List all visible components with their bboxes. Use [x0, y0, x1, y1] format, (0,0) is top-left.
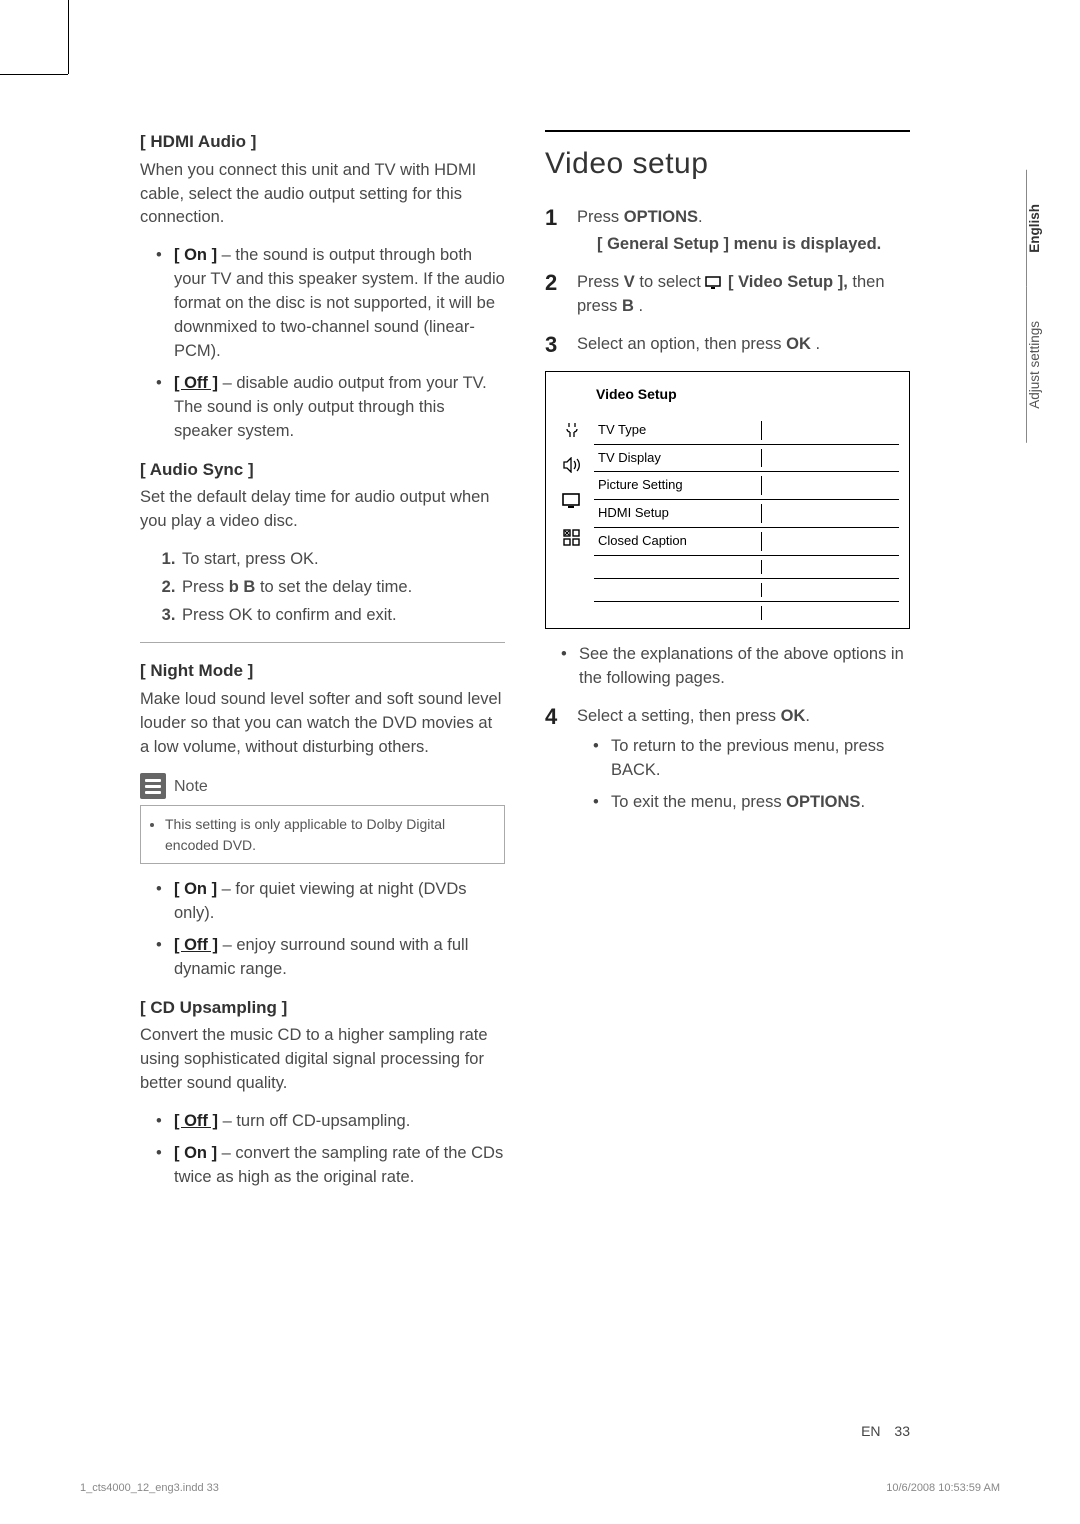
osd-title: Video Setup: [596, 384, 899, 404]
note-text: This setting is only applicable to Dolby…: [165, 814, 494, 855]
hdmi-on-label: [ On ]: [174, 246, 217, 264]
step4-exit: To exit the menu, press OPTIONS.: [577, 791, 910, 815]
note-box: This setting is only applicable to Dolby…: [140, 805, 505, 864]
hdmi-off-text: – disable audio output from your TV. The…: [174, 374, 487, 440]
side-tab-section: Adjust settings: [1026, 287, 1042, 443]
osd-row-hdmi: HDMI Setup: [598, 504, 761, 523]
cd-on-item: [ On ] – convert the sampling rate of th…: [140, 1142, 505, 1190]
night-on-text: – for quiet viewing at night (DVDs only)…: [174, 880, 467, 922]
hdmi-audio-desc: When you connect this unit and TV with H…: [140, 159, 505, 231]
audio-sync-step2: Press b B to set the delay time.: [180, 576, 505, 600]
cd-upsampling-section: [ CD Upsampling ] Convert the music CD t…: [140, 996, 505, 1190]
cd-off-label: [ Off ]: [174, 1112, 218, 1130]
hdmi-off-item: [ Off ] – disable audio output from your…: [140, 372, 505, 444]
cd-up-desc: Convert the music CD to a higher samplin…: [140, 1024, 505, 1096]
side-tabs: English Adjust settings: [1026, 170, 1048, 443]
night-on-label: [ On ]: [174, 880, 217, 898]
cd-off-item: [ Off ] – turn off CD-upsampling.: [140, 1110, 505, 1134]
hdmi-off-label: [ Off ]: [174, 374, 218, 392]
night-mode-heading: [ Night Mode ]: [140, 659, 505, 684]
step-3: 3 Select an option, then press OK .: [545, 333, 910, 357]
page-content: [ HDMI Audio ] When you connect this uni…: [140, 130, 910, 1204]
night-on-item: [ On ] – for quiet viewing at night (DVD…: [140, 878, 505, 926]
audio-sync-desc: Set the default delay time for audio out…: [140, 486, 505, 534]
audio-sync-section: [ Audio Sync ] Set the default delay tim…: [140, 458, 505, 628]
osd-row-tvtype: TV Type: [598, 421, 761, 440]
night-off-item: [ Off ] – enjoy surround sound with a fu…: [140, 934, 505, 982]
monitor-icon: [705, 276, 723, 290]
print-info-right: 10/6/2008 10:53:59 AM: [886, 1482, 1000, 1494]
night-mode-section: [ Night Mode ] Make loud sound level sof…: [140, 659, 505, 982]
osd-row-picture: Picture Setting: [598, 476, 761, 495]
hdmi-on-text: – the sound is output through both your …: [174, 246, 505, 360]
print-info-left: 1_cts4000_12_eng3.indd 33: [80, 1482, 219, 1494]
audio-setup-icon: [556, 457, 588, 475]
step-2: 2 Press V to select [ Video Setup ], the…: [545, 271, 910, 319]
osd-video-setup: Video Setup TV T: [545, 371, 910, 629]
hdmi-audio-section: [ HDMI Audio ] When you connect this uni…: [140, 130, 505, 444]
cd-off-text: – turn off CD-upsampling.: [218, 1112, 410, 1130]
audio-sync-heading: [ Audio Sync ]: [140, 458, 505, 483]
step1-result: [ General Setup ] menu is displayed.: [597, 235, 881, 253]
page-footer: EN 33: [861, 1423, 910, 1439]
cd-up-heading: [ CD Upsampling ]: [140, 996, 505, 1021]
audio-sync-step1: To start, press OK.: [180, 548, 505, 572]
note-icon: [140, 773, 166, 799]
cd-on-text: – convert the sampling rate of the CDs t…: [174, 1144, 503, 1186]
osd-row-tvdisplay: TV Display: [598, 449, 761, 468]
footer-lang: EN: [861, 1423, 880, 1439]
left-column: [ HDMI Audio ] When you connect this uni…: [140, 130, 505, 1204]
general-setup-icon: [556, 421, 588, 439]
video-setup-title: Video setup: [545, 130, 910, 186]
step-4: 4 Select a setting, then press OK. To re…: [545, 705, 910, 829]
hdmi-audio-heading: [ HDMI Audio ]: [140, 130, 505, 155]
divider: [140, 642, 505, 643]
note-header: Note: [140, 773, 505, 799]
osd-rows: TV Type TV Display Picture Setting HDMI …: [594, 417, 899, 624]
osd-row-cc: Closed Caption: [598, 532, 761, 551]
right-column: Video setup 1 Press OPTIONS. [ General S…: [545, 130, 910, 1204]
note-label: Note: [174, 775, 208, 798]
step4-return: To return to the previous menu, press BA…: [577, 735, 910, 783]
video-setup-icon: [556, 493, 588, 511]
audio-sync-step3: Press OK to conﬁrm and exit.: [180, 604, 505, 628]
preference-setup-icon: [556, 529, 588, 547]
cd-on-label: [ On ]: [174, 1144, 217, 1162]
night-mode-desc: Make loud sound level softer and soft so…: [140, 688, 505, 760]
osd-icon-column: [556, 417, 588, 624]
above-options-note: See the explanations of the above option…: [545, 643, 910, 691]
hdmi-on-item: [ On ] – the sound is output through bot…: [140, 244, 505, 364]
footer-page: 33: [894, 1423, 910, 1439]
side-tab-language: English: [1026, 170, 1042, 287]
night-off-text: – enjoy surround sound with a full dynam…: [174, 936, 468, 978]
night-off-label: [ Off ]: [174, 936, 218, 954]
step-1: 1 Press OPTIONS. [ General Setup ] menu …: [545, 206, 910, 258]
